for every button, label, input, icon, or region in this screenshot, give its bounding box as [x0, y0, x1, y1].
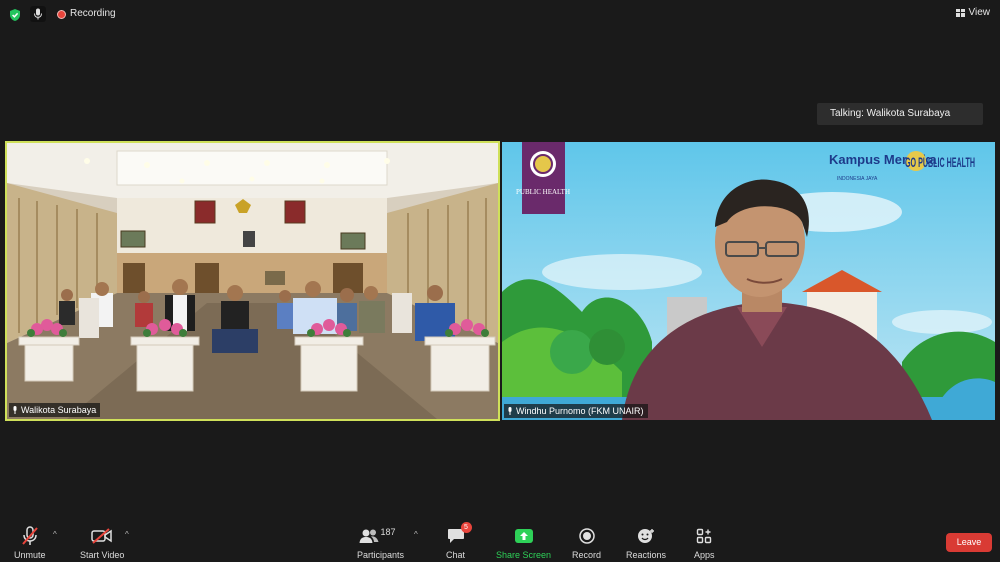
record-icon — [578, 528, 595, 544]
participants-options-caret-icon[interactable]: ^ — [414, 530, 418, 539]
reactions-button[interactable]: Reactions — [626, 526, 666, 560]
view-button[interactable]: View — [955, 7, 991, 18]
start-video-button[interactable]: Start Video — [80, 526, 124, 560]
share-screen-icon — [514, 529, 533, 543]
talking-indicator: Talking: Walikota Surabaya — [817, 103, 983, 125]
participant-name-tag: Walikota Surabaya — [9, 403, 101, 417]
meeting-top-bar: Recording View — [0, 0, 1000, 30]
go-public-health-logo-text: GO PUBLIC HEALTH — [905, 154, 975, 170]
share-screen-button[interactable]: Share Screen — [496, 526, 551, 560]
virtual-background-video-feed: PUBLIC HEALTH Kampus Merdeka INDONESIA J… — [502, 142, 995, 420]
smiley-plus-icon — [638, 529, 655, 543]
participant-name: Windhu Purnomo (FKM UNAIR) — [516, 406, 644, 416]
video-options-caret-icon[interactable]: ^ — [125, 530, 129, 539]
video-tile-walikota-surabaya[interactable]: Walikota Surabaya — [5, 141, 500, 421]
share-screen-label: Share Screen — [496, 550, 552, 560]
participants-button[interactable]: 187 Participants — [357, 526, 404, 560]
record-button[interactable]: Record — [572, 526, 601, 560]
apps-button[interactable]: Apps — [694, 526, 715, 560]
start-video-label: Start Video — [80, 550, 125, 560]
microphone-muted-icon — [21, 526, 38, 545]
chat-button[interactable]: 5 Chat — [446, 522, 472, 560]
grid-view-icon — [955, 8, 965, 17]
recording-label[interactable]: Recording — [70, 8, 116, 19]
reactions-label: Reactions — [626, 550, 667, 560]
record-label: Record — [572, 550, 602, 560]
microphone-icon — [13, 406, 17, 414]
unmute-button[interactable]: Unmute — [14, 526, 46, 560]
participants-label: Participants — [357, 550, 405, 560]
view-label: View — [968, 7, 991, 18]
leave-button[interactable]: Leave — [946, 533, 992, 552]
apps-label: Apps — [694, 550, 715, 560]
hall-video-feed — [7, 143, 498, 419]
chat-unread-badge: 5 — [460, 522, 472, 533]
audio-status-icon[interactable] — [30, 6, 46, 22]
shield-check-icon[interactable] — [8, 8, 22, 22]
microphone-icon — [508, 407, 512, 415]
participant-name-tag: Windhu Purnomo (FKM UNAIR) — [504, 404, 648, 418]
kampus-merdeka-sub-text: INDONESIA JAYA — [837, 176, 878, 182]
meeting-toolbar: Unmute ^ Start Video ^ 187 Participants … — [0, 522, 1000, 562]
recording-indicator-icon — [57, 10, 66, 19]
participants-count: 187 — [380, 527, 396, 537]
chat-label: Chat — [446, 550, 466, 560]
apps-icon — [697, 528, 712, 544]
audio-options-caret-icon[interactable]: ^ — [53, 530, 57, 539]
public-health-logo-text: PUBLIC HEALTH — [516, 188, 570, 196]
participant-name: Walikota Surabaya — [21, 405, 97, 415]
participants-icon — [359, 529, 379, 543]
video-tile-windhu-purnomo[interactable]: PUBLIC HEALTH Kampus Merdeka INDONESIA J… — [502, 142, 995, 420]
microphone-icon — [34, 8, 42, 20]
unmute-label: Unmute — [14, 550, 46, 560]
video-camera-off-icon — [91, 528, 112, 544]
